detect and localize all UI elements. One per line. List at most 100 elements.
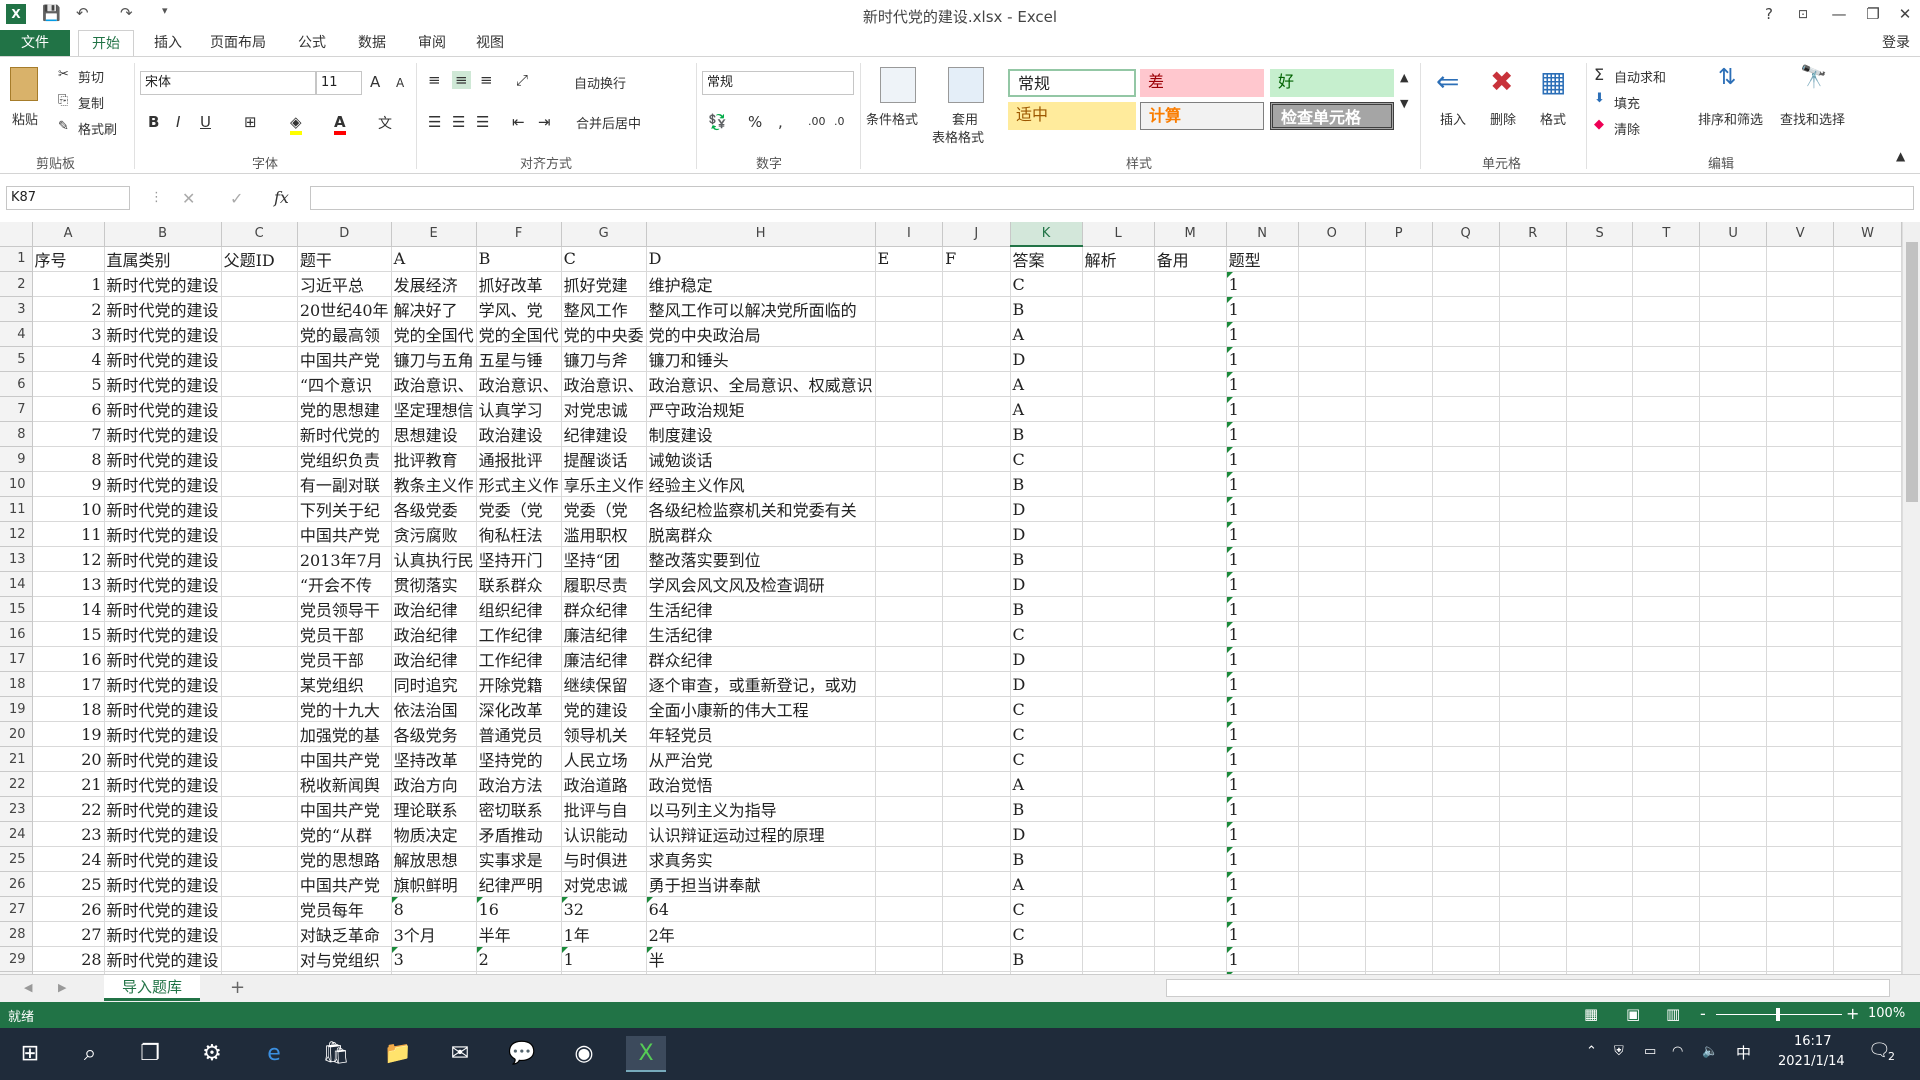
cell-j[interactable]: [942, 921, 1011, 947]
cell-d[interactable]: 税收新闻舆: [297, 771, 392, 797]
cell-j[interactable]: [942, 571, 1011, 597]
column-header-s[interactable]: S: [1566, 222, 1634, 247]
cell-t[interactable]: [1632, 821, 1701, 847]
cell-v[interactable]: [1766, 421, 1835, 447]
cell-u[interactable]: [1699, 621, 1768, 647]
cell-q[interactable]: [1432, 796, 1500, 822]
vertical-scrollbar[interactable]: [1902, 222, 1920, 974]
cell-o[interactable]: [1298, 546, 1366, 572]
cell-h[interactable]: 半: [646, 946, 876, 972]
cell-n[interactable]: 1: [1226, 521, 1299, 547]
cell-p[interactable]: [1365, 571, 1433, 597]
cell-h[interactable]: 群众纪律: [646, 646, 876, 672]
cell-a[interactable]: 序号: [32, 246, 105, 272]
cell-h[interactable]: 整改落实要到位: [646, 546, 876, 572]
cell-u[interactable]: [1699, 896, 1768, 922]
cell-d[interactable]: 党员每年: [297, 896, 392, 922]
row-header[interactable]: 9: [0, 446, 33, 472]
paste-icon[interactable]: [10, 67, 38, 101]
cell-e[interactable]: 各级党委: [391, 496, 477, 522]
tab-review[interactable]: 审阅: [410, 30, 454, 56]
cell-q[interactable]: [1432, 671, 1500, 697]
cell-i[interactable]: [875, 421, 944, 447]
cell-p[interactable]: [1365, 696, 1433, 722]
cell-u[interactable]: [1699, 746, 1768, 772]
cell-h[interactable]: 生活纪律: [646, 621, 876, 647]
decrease-indent-icon[interactable]: ⇤: [512, 113, 525, 131]
cell-i[interactable]: [875, 296, 944, 322]
column-header-k[interactable]: K: [1010, 222, 1083, 247]
decrease-decimal-icon[interactable]: .0: [834, 115, 845, 128]
tray-chevron-icon[interactable]: ⌃: [1586, 1044, 1597, 1059]
cell-m[interactable]: [1154, 871, 1227, 897]
cell-r[interactable]: [1499, 396, 1567, 422]
format-as-table-icon[interactable]: [948, 67, 984, 103]
cell-l[interactable]: [1082, 646, 1155, 672]
merge-center-button[interactable]: 合并后居中: [576, 113, 641, 132]
cell-b[interactable]: 新时代党的建设: [104, 821, 222, 847]
cell-d[interactable]: 中国共产党: [297, 521, 392, 547]
cell-s[interactable]: [1566, 796, 1634, 822]
find-select-button[interactable]: 查找和选择: [1780, 109, 1845, 128]
cell-t[interactable]: [1632, 921, 1701, 947]
cell-j[interactable]: [942, 696, 1011, 722]
cell-f[interactable]: 认真学习: [476, 396, 562, 422]
cell-e[interactable]: 政治纪律: [391, 621, 477, 647]
cell-j[interactable]: [942, 346, 1011, 372]
cell-l[interactable]: [1082, 696, 1155, 722]
cell-g[interactable]: 坚持“团: [561, 546, 647, 572]
cell-w[interactable]: [1833, 921, 1902, 947]
cell-l[interactable]: [1082, 396, 1155, 422]
column-header-g[interactable]: G: [561, 222, 647, 247]
cell-t[interactable]: [1632, 421, 1701, 447]
cell-b[interactable]: 新时代党的建设: [104, 846, 222, 872]
settings-icon[interactable]: ⚙: [192, 1036, 232, 1072]
row-header[interactable]: 19: [0, 696, 33, 722]
row-header[interactable]: 28: [0, 921, 33, 947]
cell-q[interactable]: [1432, 821, 1500, 847]
cell-c[interactable]: [221, 771, 298, 797]
cell-s[interactable]: [1566, 271, 1634, 297]
cell-d[interactable]: 某党组织: [297, 671, 392, 697]
cell-f[interactable]: 密切联系: [476, 796, 562, 822]
cell-s[interactable]: [1566, 646, 1634, 672]
chrome-icon[interactable]: ◉: [564, 1036, 604, 1072]
cell-w[interactable]: [1833, 796, 1902, 822]
cell-w[interactable]: [1833, 896, 1902, 922]
cell-d[interactable]: 党组织负责: [297, 446, 392, 472]
cell-m[interactable]: [1154, 846, 1227, 872]
cell-n[interactable]: 1: [1226, 771, 1299, 797]
cell-g[interactable]: 政治道路: [561, 771, 647, 797]
cell-b[interactable]: 新时代党的建设: [104, 721, 222, 747]
cell-s[interactable]: [1566, 421, 1634, 447]
cell-c[interactable]: [221, 946, 298, 972]
column-header-m[interactable]: M: [1154, 222, 1227, 247]
cell-s[interactable]: [1566, 821, 1634, 847]
cell-t[interactable]: [1632, 721, 1701, 747]
cell-a[interactable]: 5: [32, 371, 105, 397]
cell-a[interactable]: 11: [32, 521, 105, 547]
cell-t[interactable]: [1632, 321, 1701, 347]
wrap-text-button[interactable]: 自动换行: [574, 73, 626, 92]
cell-d[interactable]: 党的“从群: [297, 821, 392, 847]
cell-a[interactable]: 18: [32, 696, 105, 722]
cell-g[interactable]: 廉洁纪律: [561, 646, 647, 672]
cell-w[interactable]: [1833, 546, 1902, 572]
style-normal[interactable]: 常规: [1008, 69, 1136, 97]
row-header[interactable]: 21: [0, 746, 33, 772]
cell-l[interactable]: [1082, 496, 1155, 522]
cell-r[interactable]: [1499, 446, 1567, 472]
cell-i[interactable]: [875, 821, 944, 847]
row-header[interactable]: 2: [0, 271, 33, 297]
cell-v[interactable]: [1766, 246, 1835, 272]
cell-c[interactable]: [221, 496, 298, 522]
cell-o[interactable]: [1298, 671, 1366, 697]
cell-e[interactable]: 政治意识、: [391, 371, 477, 397]
copy-icon[interactable]: ⎘: [58, 93, 68, 108]
cell-b[interactable]: 新时代党的建设: [104, 671, 222, 697]
cell-table[interactable]: A B C D E F G H I J K L M N O P Q R S T U V W 1 序号 直属类别 父题ID 题干 A B C D…: [0, 222, 1902, 974]
cell-n[interactable]: 1: [1226, 946, 1299, 972]
cell-t[interactable]: [1632, 496, 1701, 522]
cell-v[interactable]: [1766, 571, 1835, 597]
cell-s[interactable]: [1566, 896, 1634, 922]
